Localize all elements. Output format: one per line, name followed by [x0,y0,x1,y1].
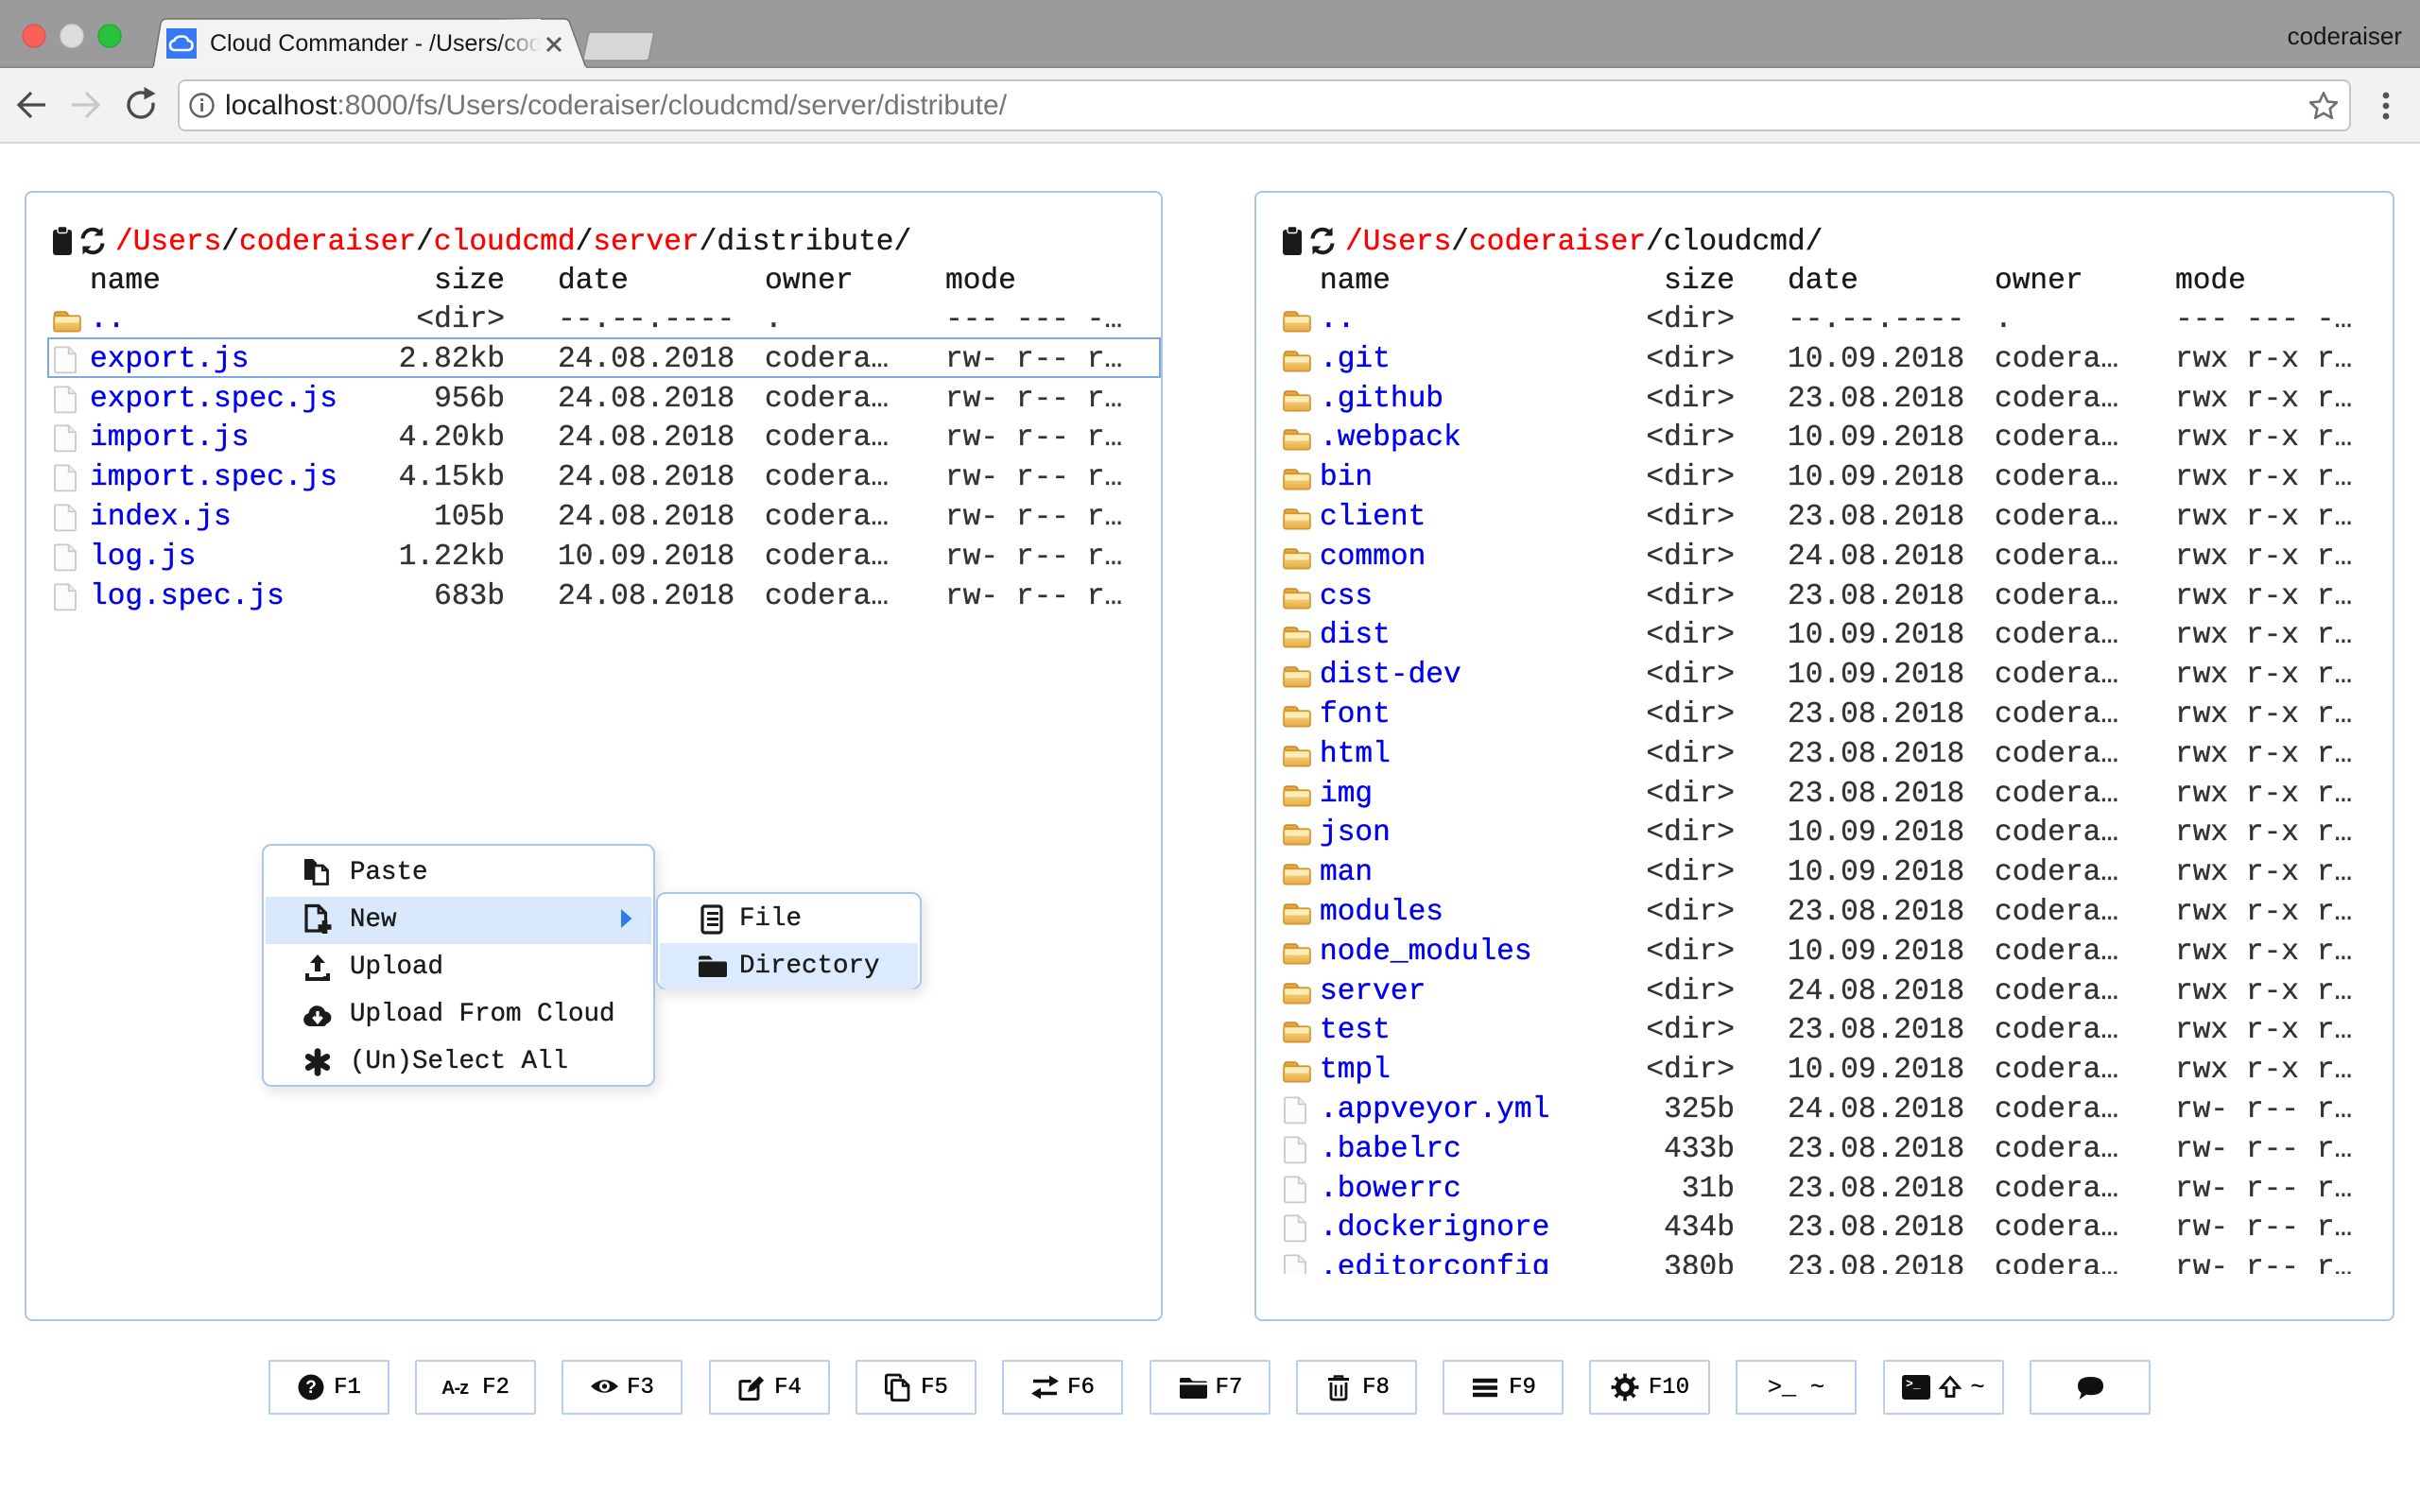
svg-text:>_: >_ [1906,1377,1921,1391]
svg-text:?: ? [305,1378,317,1398]
svg-text:A-z: A-z [441,1378,469,1399]
